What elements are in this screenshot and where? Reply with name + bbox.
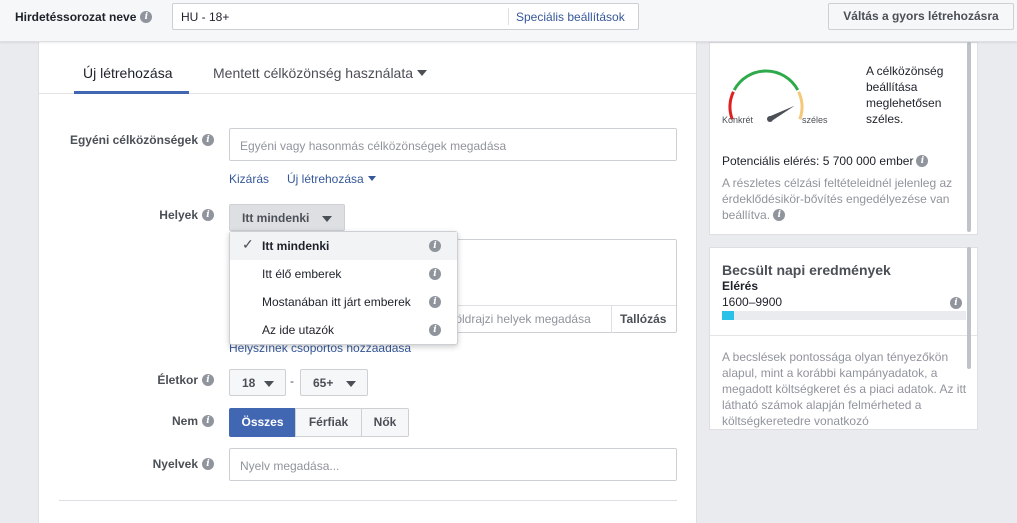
create-new-label: Új létrehozása — [287, 172, 364, 186]
audience-size-description: A célközönség beállítása meglehetősen sz… — [866, 64, 944, 126]
language-placeholder: Nyelv megadása... — [240, 459, 340, 473]
divider — [710, 335, 977, 336]
age-max-value: 65+ — [313, 376, 334, 390]
info-icon[interactable]: i — [429, 324, 441, 336]
divider — [611, 306, 612, 333]
caret-down-icon — [417, 70, 428, 77]
languages-label-wrap: Nyelvek i — [39, 457, 214, 471]
gauge-needle-hub — [767, 116, 773, 122]
tab-saved-audience[interactable]: Mentett célközönség használata — [213, 65, 428, 81]
checkmark-icon: ✓ — [242, 236, 254, 252]
adset-name-label-wrap: Hirdetéssorozat neve i — [15, 10, 153, 24]
adset-name-input[interactable]: HU - 18+ Speciális beállítások — [172, 3, 639, 30]
menu-item-label: Itt élő emberek — [262, 267, 342, 281]
adset-name-bar: Hirdetéssorozat neve i HU - 18+ Speciális… — [0, 0, 1017, 42]
custom-audience-label-wrap: Egyéni célközönségek i — [39, 133, 214, 147]
gender-label-wrap: Nem i — [39, 414, 214, 428]
locations-label-wrap: Helyek i — [39, 208, 214, 222]
language-input[interactable]: Nyelv megadása... — [229, 448, 677, 481]
age-separator: - — [290, 374, 294, 388]
audience-tabs: Új létrehozása Mentett célközönség haszn… — [39, 42, 696, 94]
menu-item-travelers[interactable]: Az ide utazók i — [230, 316, 457, 344]
menu-item-everyone[interactable]: ✓ Itt mindenki i — [230, 232, 457, 260]
potential-reach-wrap: Potenciális elérés: 5 700 000 ember i — [722, 154, 929, 168]
custom-audience-placeholder: Egyéni vagy hasonmás célközönségek megad… — [240, 139, 507, 153]
active-tab-indicator — [74, 91, 189, 94]
info-icon[interactable]: i — [202, 457, 214, 470]
quick-create-button[interactable]: Váltás a gyors létrehozásra — [828, 3, 1014, 30]
expansion-note-wrap: A részletes célzási feltételeidnél jelen… — [722, 175, 962, 223]
custom-audience-label: Egyéni célközönségek — [69, 133, 198, 147]
location-type-dropdown[interactable]: Itt mindenki — [229, 204, 345, 231]
adset-name-value[interactable]: HU - 18+ — [181, 10, 229, 24]
caret-down-icon — [346, 381, 356, 387]
gender-women-button[interactable]: Nők — [361, 408, 409, 437]
special-settings-link[interactable]: Speciális beállítások — [516, 10, 625, 24]
reach-bar — [722, 311, 966, 320]
gauge-defined-segment — [732, 69, 800, 91]
caret-down-icon — [264, 381, 274, 387]
menu-item-residents[interactable]: Itt élő emberek i — [230, 260, 457, 288]
info-icon[interactable]: i — [202, 208, 214, 221]
gauge-broad-label: széles — [802, 115, 828, 125]
info-icon[interactable]: i — [429, 268, 441, 280]
gauge-narrow-label: Konkrét — [722, 115, 754, 125]
audience-size-card: Konkrét széles A célközönség beállítása … — [709, 42, 978, 235]
exclude-link[interactable]: Kizárás — [229, 172, 269, 186]
divider — [59, 500, 677, 501]
menu-item-recent-visitors[interactable]: Mostanában itt járt emberek i — [230, 288, 457, 316]
estimate-disclaimer: A becslések pontossága olyan tényezőkön … — [722, 350, 967, 428]
reach-bar-fill — [722, 311, 735, 320]
age-max-dropdown[interactable]: 65+ — [300, 369, 368, 396]
tab-new-audience[interactable]: Új létrehozása — [83, 65, 173, 81]
custom-audience-input[interactable]: Egyéni vagy hasonmás célközönségek megad… — [229, 128, 677, 161]
info-icon[interactable]: i — [773, 208, 786, 221]
reach-metric-label: Elérés — [722, 279, 759, 293]
location-search-placeholder[interactable]: földrajzi helyek megadása — [452, 312, 591, 326]
menu-item-label: Az ide utazók — [262, 323, 335, 337]
tab-saved-label: Mentett célközönség használata — [213, 65, 414, 81]
daily-results-title: Becsült napi eredmények — [722, 262, 891, 278]
expansion-note: A részletes célzási feltételeidnél jelen… — [722, 176, 953, 222]
scrollbar[interactable] — [967, 247, 971, 369]
adset-name-label: Hirdetéssorozat neve — [15, 10, 137, 24]
gender-label: Nem — [171, 414, 198, 428]
caret-down-icon — [322, 216, 332, 222]
location-type-selected: Itt mindenki — [242, 211, 310, 225]
info-icon[interactable]: i — [202, 414, 214, 427]
scrollbar[interactable] — [967, 42, 971, 232]
gender-all-button[interactable]: Összes — [229, 408, 296, 437]
info-icon[interactable]: i — [429, 240, 441, 252]
languages-label: Nyelvek — [152, 457, 198, 471]
age-label-wrap: Életkor i — [39, 373, 214, 387]
location-type-menu: ✓ Itt mindenki i Itt élő emberek i Mosta… — [229, 231, 458, 345]
age-min-dropdown[interactable]: 18 — [229, 369, 286, 396]
menu-item-label: Mostanában itt járt emberek — [262, 295, 411, 309]
info-icon[interactable]: i — [202, 373, 214, 386]
daily-results-card: Becsült napi eredmények Elérés 1600–9900… — [709, 247, 978, 430]
audience-panel: Új létrehozása Mentett célközönség haszn… — [38, 42, 697, 523]
info-icon[interactable]: i — [140, 10, 153, 23]
locations-label: Helyek — [159, 208, 198, 222]
menu-item-label: Itt mindenki — [262, 239, 330, 253]
caret-down-icon — [367, 176, 376, 182]
info-icon[interactable]: i — [950, 297, 962, 309]
divider — [508, 8, 509, 25]
browse-button[interactable]: Tallózás — [620, 312, 666, 326]
gender-men-button[interactable]: Férfiak — [295, 408, 362, 437]
create-new-audience-link[interactable]: Új létrehozása — [287, 172, 376, 186]
info-icon[interactable]: i — [429, 296, 441, 308]
reach-range: 1600–9900 — [722, 295, 783, 309]
info-icon[interactable]: i — [916, 154, 929, 167]
info-icon[interactable]: i — [202, 133, 214, 146]
age-min-value: 18 — [242, 376, 256, 390]
age-label: Életkor — [157, 373, 198, 387]
potential-reach: Potenciális elérés: 5 700 000 ember — [722, 154, 914, 168]
